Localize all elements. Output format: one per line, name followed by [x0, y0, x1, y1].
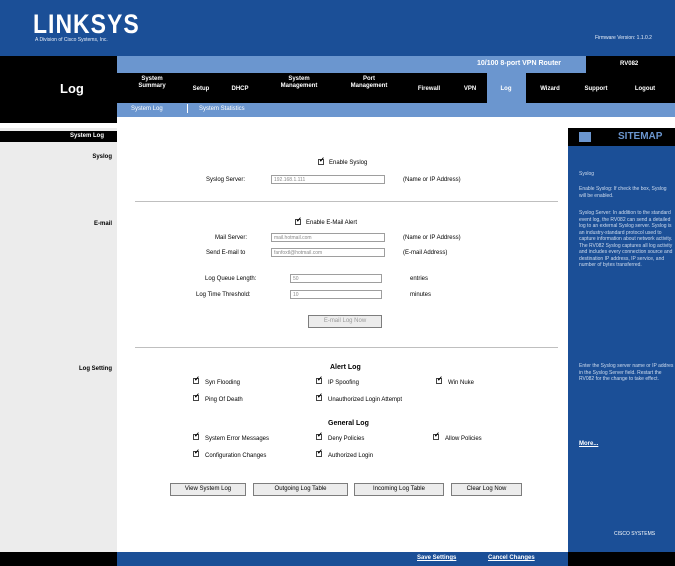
system-error-checkbox[interactable] — [193, 434, 199, 440]
unauthorized-login-label: Unauthorized Login Attempt — [328, 397, 403, 403]
general-log-title: General Log — [328, 420, 369, 427]
allow-policies-checkbox[interactable] — [433, 434, 439, 440]
send-email-label: Send E-mail to — [206, 250, 246, 256]
alert-log-title: Alert Log — [330, 364, 361, 371]
log-queue-unit: entries — [410, 276, 429, 282]
ping-of-death-checkbox[interactable] — [193, 395, 199, 401]
allow-policies-label: Allow Policies — [445, 436, 482, 442]
help-syslog-restart: Enter the Syslog server name or IP addre… — [579, 363, 674, 382]
deny-policies-label: Deny Policies — [328, 436, 365, 442]
sitemap-title[interactable]: SITEMAP — [618, 131, 662, 142]
outgoing-log-table-button[interactable]: Outgoing Log Table — [253, 483, 348, 496]
linksys-logo: LINKSYS — [33, 9, 140, 39]
divider — [135, 201, 558, 202]
model-name: RV082 — [620, 61, 639, 67]
nav-log[interactable]: Log — [492, 86, 520, 93]
nav-logout[interactable]: Logout — [628, 86, 662, 93]
deny-policies-checkbox[interactable] — [316, 434, 322, 440]
row-label-syslog: Syslog — [92, 154, 112, 160]
log-threshold-label: Log Time Threshold: — [196, 292, 251, 298]
mail-server-input[interactable]: mail.hotmail.com — [271, 233, 385, 242]
enable-email-label: Enable E-Mail Alert — [306, 220, 358, 226]
help-enable-syslog: Enable Syslog: If check the box, Syslog … — [579, 186, 667, 199]
incoming-log-table-button[interactable]: Incoming Log Table — [354, 483, 444, 496]
send-email-hint: (E-mail Address) — [403, 250, 448, 256]
more-link[interactable]: More... — [579, 441, 598, 447]
authorized-login-label: Authorized Login — [328, 453, 374, 459]
nav-firewall[interactable]: Firewall — [412, 86, 446, 93]
tab-system-statistics[interactable]: System Statistics — [199, 106, 245, 112]
nav-system-management[interactable]: System Management — [275, 76, 323, 90]
system-error-label: System Error Messages — [205, 436, 270, 442]
view-system-log-button[interactable]: View System Log — [170, 483, 246, 496]
configuration-changes-checkbox[interactable] — [193, 451, 199, 457]
nav-vpn[interactable]: VPN — [458, 86, 482, 93]
cancel-changes-button[interactable]: Cancel Changes — [488, 555, 535, 561]
nav-system-summary[interactable]: System Summary — [131, 76, 173, 90]
row-label-email: E-mail — [93, 221, 112, 227]
tab-system-log[interactable]: System Log — [131, 106, 163, 112]
syslog-server-hint: (Name or IP Address) — [403, 177, 461, 183]
mail-server-hint: (Name or IP Address) — [403, 235, 461, 241]
help-syslog-server: Syslog Server: In addition to the standa… — [579, 210, 673, 268]
left-panel — [0, 128, 117, 552]
enable-email-checkbox[interactable] — [295, 219, 301, 225]
product-name: 10/100 8-port VPN Router — [477, 60, 562, 67]
log-threshold-unit: minutes — [410, 292, 432, 298]
enable-syslog-checkbox[interactable] — [318, 159, 324, 165]
nav-setup[interactable]: Setup — [186, 86, 216, 93]
log-queue-input[interactable]: 50 — [290, 274, 382, 283]
unauthorized-login-checkbox[interactable] — [316, 395, 322, 401]
firmware-version: Firmware Version: 1.1.0.2 — [595, 35, 652, 41]
syn-flooding-label: Syn Flooding — [205, 380, 241, 386]
help-heading: Syslog — [579, 171, 595, 177]
page-title: Log — [60, 81, 84, 96]
syslog-server-input[interactable]: 192.168.1.111 — [271, 175, 385, 184]
enable-syslog-label: Enable Syslog — [329, 160, 368, 166]
cisco-systems-logo: CISCO SYSTEMS — [614, 531, 656, 537]
ip-spoofing-checkbox[interactable] — [316, 378, 322, 384]
syslog-server-label: Syslog Server: — [206, 177, 246, 183]
subnav-divider — [187, 104, 188, 113]
syn-flooding-checkbox[interactable] — [193, 378, 199, 384]
email-log-now-button[interactable]: E-mail Log Now — [308, 315, 382, 328]
logo-tagline: A Division of Cisco Systems, Inc. — [35, 37, 108, 43]
nav-dhcp[interactable]: DHCP — [225, 86, 255, 93]
win-nuke-label: Win Nuke — [448, 380, 475, 386]
section-title: System Log — [70, 133, 105, 139]
ip-spoofing-label: IP Spoofing — [328, 380, 359, 386]
save-settings-button[interactable]: Save Settings — [417, 555, 456, 561]
send-email-input[interactable]: fanfoxtl@hotmail.com — [271, 248, 385, 257]
log-threshold-input[interactable]: 10 — [290, 290, 382, 299]
mail-server-label: Mail Server: — [215, 235, 248, 241]
authorized-login-checkbox[interactable] — [316, 451, 322, 457]
win-nuke-checkbox[interactable] — [436, 378, 442, 384]
log-queue-label: Log Queue Length: — [205, 276, 257, 282]
configuration-changes-label: Configuration Changes — [205, 453, 267, 459]
nav-port-management[interactable]: Port Management — [345, 76, 393, 90]
sitemap-icon — [579, 132, 591, 142]
nav-support[interactable]: Support — [579, 86, 613, 93]
clear-log-now-button[interactable]: Clear Log Now — [451, 483, 522, 496]
nav-wizard[interactable]: Wizard — [533, 86, 567, 93]
divider — [135, 347, 558, 348]
title-band — [0, 56, 117, 123]
row-label-log-setting: Log Setting — [79, 366, 112, 372]
ping-of-death-label: Ping Of Death — [205, 397, 243, 403]
